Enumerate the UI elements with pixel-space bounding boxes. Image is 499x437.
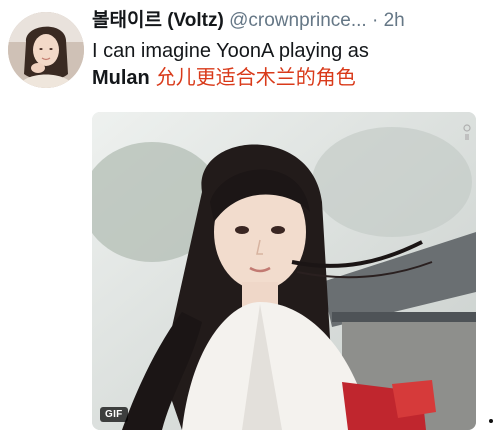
tweet-text-line2: Mulan 允儿更适合木兰的角色 — [92, 65, 491, 92]
tweet-text-line1: I can imagine YoonA playing as — [92, 40, 369, 62]
avatar[interactable] — [8, 12, 84, 88]
watermark-mark — [462, 122, 472, 144]
user-handle[interactable]: @crownprince... — [229, 10, 367, 31]
media-image — [92, 112, 476, 430]
chinese-caption-overlay: 允儿更适合木兰的角色 — [155, 67, 356, 89]
tweet-text: I can imagine YoonA playing as Mulan 允儿更适… — [92, 38, 491, 92]
timestamp[interactable]: 2h — [384, 10, 405, 31]
meta-separator: · — [371, 10, 379, 31]
avatar-image — [8, 12, 84, 88]
gif-badge: GIF — [100, 407, 128, 422]
media-gif[interactable]: GIF — [92, 112, 476, 430]
tweet-text-bold: Mulan — [92, 67, 150, 89]
display-name[interactable]: 볼태이르 (Voltz) — [92, 10, 224, 31]
tweet-card[interactable]: 볼태이르 (Voltz) @crownprince... · 2h I can … — [0, 0, 499, 437]
stray-dot — [489, 419, 493, 423]
tweet-header: 볼태이르 (Voltz) @crownprince... · 2h — [92, 8, 491, 34]
